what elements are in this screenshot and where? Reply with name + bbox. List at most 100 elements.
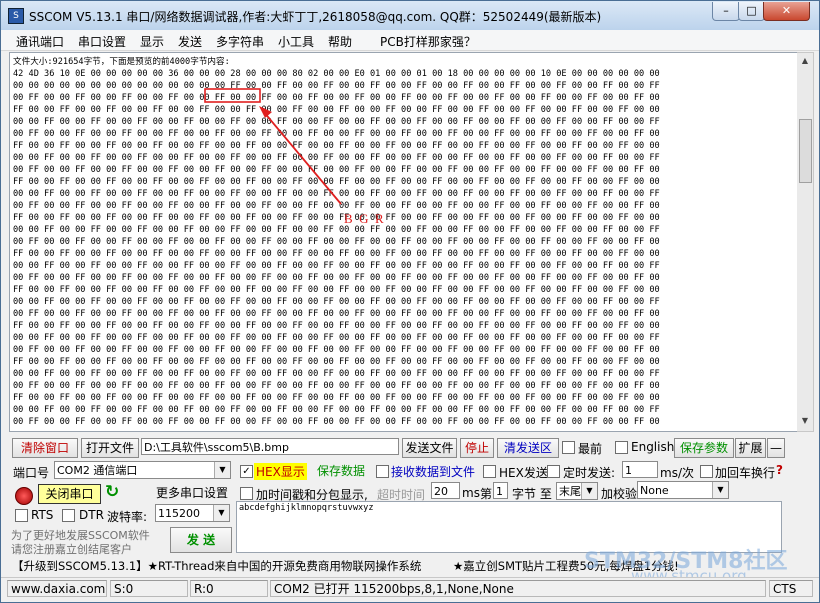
hex-line: 00 00 FF 00 00 FF 00 00 FF 00 00 FF 00 0… [13, 225, 660, 235]
scroll-down-icon[interactable]: ▼ [797, 413, 813, 429]
menu-multi-string[interactable]: 多字符串 [216, 33, 264, 50]
status-sent-count: S:0 [110, 580, 188, 597]
byte-start-input[interactable]: 1 [493, 482, 508, 499]
send-file-button[interactable]: 发送文件 [402, 438, 457, 458]
hex-line: 00 FF 00 00 FF 00 00 FF 00 00 FF 00 00 F… [13, 417, 660, 427]
minimize-button[interactable]: – [712, 2, 740, 21]
hex-line: 00 FF 00 00 FF 00 00 FF 00 00 FF 00 00 F… [13, 309, 660, 319]
status-received-count: R:0 [190, 580, 268, 597]
add-crlf-checkbox[interactable] [700, 465, 713, 478]
menu-pcb-ad[interactable]: PCB打样那家强？ [380, 33, 476, 50]
byte-end-select[interactable]: 末尾 ▼ [556, 482, 598, 500]
hex-display-label: HEX显示 [254, 463, 307, 480]
scroll-thumb[interactable] [799, 119, 812, 183]
sscom-window: S SSCOM V5.13.1 串口/网络数据调试器,作者:大虾丁丁,26180… [0, 0, 820, 603]
file-size-header: 文件大小:921654字节，下面是预览的前4000字节内容: [13, 57, 230, 67]
dtr-checkbox[interactable] [62, 509, 75, 522]
status-url[interactable]: www.daxia.com [7, 580, 107, 597]
hex-line: FF 00 00 FF 00 00 FF 00 00 FF 00 00 FF 0… [13, 141, 660, 151]
menu-help[interactable]: 帮助 [328, 33, 352, 50]
hex-send-label: HEX发送 [499, 466, 548, 480]
byte-end-value: 末尾 [559, 485, 581, 498]
port-label: 端口号 [13, 466, 50, 480]
hex-line: 00 FF 00 00 FF 00 00 FF 00 00 FF 00 00 F… [13, 129, 660, 139]
rts-checkbox[interactable] [15, 509, 28, 522]
byte-to-label: 字节 至 [512, 487, 552, 501]
baud-label: 波特率: [107, 510, 148, 524]
checksum-value: None [640, 484, 669, 497]
receive-area[interactable]: 文件大小:921654字节，下面是预览的前4000字节内容: 42 4D 36 … [9, 52, 799, 432]
interval-unit: ms/次 [660, 466, 694, 480]
baud-select[interactable]: 115200 ▼ [155, 504, 230, 522]
chevron-down-icon[interactable]: ▼ [712, 482, 728, 498]
checksum-select[interactable]: None ▼ [637, 481, 729, 499]
menu-display[interactable]: 显示 [140, 33, 164, 50]
save-data-button[interactable]: 保存数据 [311, 461, 371, 481]
chevron-down-icon[interactable]: ▼ [213, 505, 229, 521]
hex-line: FF 00 00 FF 00 00 FF 00 00 FF 00 00 FF 0… [13, 105, 660, 115]
hex-line: FF 00 00 FF 00 00 FF 00 00 FF 00 00 FF 0… [13, 321, 660, 331]
menu-tools[interactable]: 小工具 [278, 33, 314, 50]
hex-line: 00 FF 00 00 FF 00 00 FF 00 00 FF 00 00 F… [13, 237, 660, 247]
hex-line: 00 00 FF 00 00 FF 00 00 FF 00 00 FF 00 0… [13, 405, 660, 415]
port-select[interactable]: COM2 通信端口 ▼ [54, 461, 231, 479]
timeout-input[interactable]: 20 [431, 482, 460, 499]
hex-send-checkbox[interactable] [483, 465, 496, 478]
refresh-icon[interactable]: ↻ [105, 482, 119, 502]
clear-send-button[interactable]: 清发送区 [497, 438, 559, 458]
hex-line: 00 00 FF 00 00 FF 00 00 FF 00 00 FF 00 0… [13, 153, 660, 163]
send-button[interactable]: 发 送 [170, 527, 232, 553]
stop-button[interactable]: 停止 [460, 438, 494, 458]
hex-line: FF 00 00 FF 00 00 FF 00 00 FF 00 00 FF 0… [13, 213, 660, 223]
hex-line: 00 00 FF 00 00 FF 00 00 FF 00 00 FF 00 0… [13, 117, 660, 127]
english-checkbox[interactable] [615, 441, 628, 454]
hex-line: 00 FF 00 00 FF 00 00 FF 00 00 FF 00 00 F… [13, 381, 660, 391]
close-port-button[interactable]: 关闭串口 [38, 484, 101, 504]
timestamp-checkbox[interactable] [240, 487, 253, 500]
more-settings-button[interactable]: 更多串口设置 [152, 483, 232, 503]
window-title: SSCOM V5.13.1 串口/网络数据调试器,作者:大虾丁丁,2618058… [29, 10, 602, 24]
close-button[interactable]: ✕ [763, 2, 810, 21]
expand-button[interactable]: 扩展 [735, 438, 766, 458]
baud-value: 115200 [158, 507, 200, 520]
clear-window-button[interactable]: 清除窗口 [12, 438, 78, 458]
hex-line: FF 00 00 FF 00 00 FF 00 00 FF 00 00 FF 0… [13, 285, 660, 295]
hex-line: 00 FF 00 00 FF 00 00 FF 00 00 FF 00 00 F… [13, 273, 660, 283]
hex-line: 00 00 FF 00 00 FF 00 00 FF 00 00 FF 00 0… [13, 369, 660, 379]
status-bar: www.daxia.com S:0 R:0 COM2 已打开 115200bps… [1, 577, 819, 600]
dtr-label: DTR [79, 508, 104, 522]
menu-comm-port[interactable]: 通讯端口 [16, 33, 64, 50]
hex-line: FF 00 00 FF 00 00 FF 00 00 FF 00 00 FF 0… [13, 249, 660, 259]
timeout-unit: ms [462, 486, 480, 500]
title-bar[interactable]: S SSCOM V5.13.1 串口/网络数据调试器,作者:大虾丁丁,26180… [1, 1, 819, 30]
file-path-input[interactable]: D:\工具软件\sscom5\B.bmp [141, 438, 399, 455]
hex-line: FF 00 00 FF 00 00 FF 00 00 FF 00 00 FF 0… [13, 177, 660, 187]
recv-to-file-checkbox[interactable] [376, 465, 389, 478]
hex-line: 00 00 FF 00 00 FF 00 00 FF 00 00 FF 00 0… [13, 333, 660, 343]
menu-serial-settings[interactable]: 串口设置 [78, 33, 126, 50]
maximize-button[interactable]: □ [738, 2, 765, 21]
recv-to-file-label: 接收数据到文件 [391, 465, 476, 479]
add-crlf-label: 加回车换行 [715, 466, 776, 480]
scroll-up-icon[interactable]: ▲ [797, 53, 813, 69]
ticker-message-1[interactable]: 【升级到SSCOM5.13.1】★RT-Thread来自中国的开源免费商用物联网… [12, 558, 421, 574]
topmost-checkbox[interactable] [562, 441, 575, 454]
menu-send[interactable]: 发送 [178, 33, 202, 50]
hex-line: 00 00 FF 00 00 FF 00 00 FF 00 00 FF 00 0… [13, 297, 660, 307]
open-file-button[interactable]: 打开文件 [81, 438, 139, 458]
byte-from-label: 第 [480, 487, 493, 501]
help-icon[interactable]: ? [776, 463, 783, 477]
timed-send-checkbox[interactable] [547, 465, 560, 478]
timed-send-label: 定时发送: [563, 466, 616, 480]
hex-line: 00 00 00 00 00 00 00 00 00 00 00 00 00 0… [13, 81, 660, 91]
chevron-down-icon[interactable]: ▼ [581, 483, 597, 499]
chevron-down-icon[interactable]: ▼ [214, 462, 230, 478]
save-params-button[interactable]: 保存参数 [674, 438, 734, 458]
hex-line: 00 FF 00 00 FF 00 00 FF 00 00 FF 00 00 F… [13, 201, 660, 211]
send-text: abcdefghijklmnopqrstuvwxyz [239, 503, 374, 513]
hex-line: 42 4D 36 10 0E 00 00 00 00 00 36 00 00 0… [13, 69, 660, 79]
receive-scrollbar[interactable]: ▲ ▼ [797, 52, 814, 432]
collapse-button[interactable]: — [767, 438, 785, 458]
hex-display-checkbox[interactable]: ✓ [240, 465, 253, 478]
interval-input[interactable]: 1 [622, 461, 658, 478]
